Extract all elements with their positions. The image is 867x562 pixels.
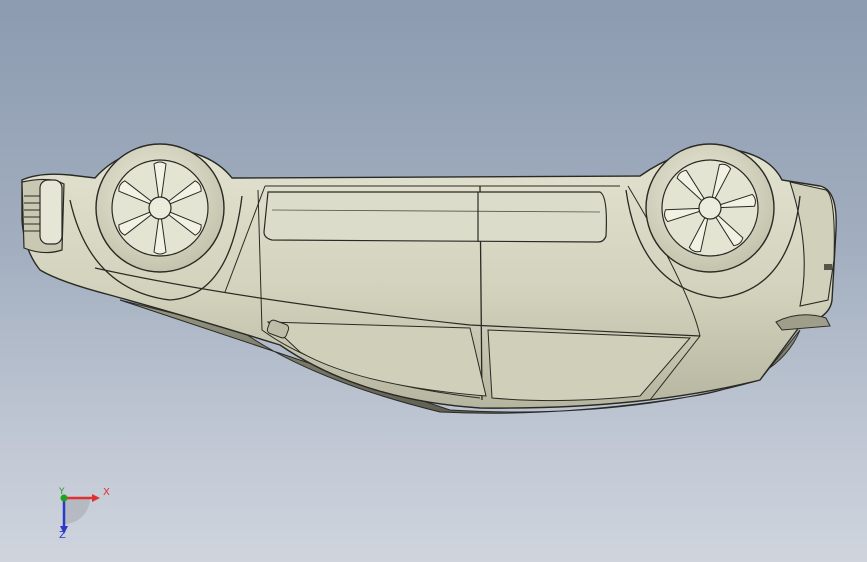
coordinate-triad: X Y Z [44, 482, 120, 546]
window-strip [263, 191, 607, 243]
graphics-viewport[interactable]: X Y Z [0, 0, 867, 562]
front-wheel [95, 143, 225, 273]
rear-wheel [645, 143, 775, 273]
car-3d-model[interactable] [0, 0, 867, 562]
z-axis-label: Z [59, 530, 66, 541]
x-axis-label: X [103, 487, 110, 498]
y-axis-label: Y [59, 487, 65, 497]
